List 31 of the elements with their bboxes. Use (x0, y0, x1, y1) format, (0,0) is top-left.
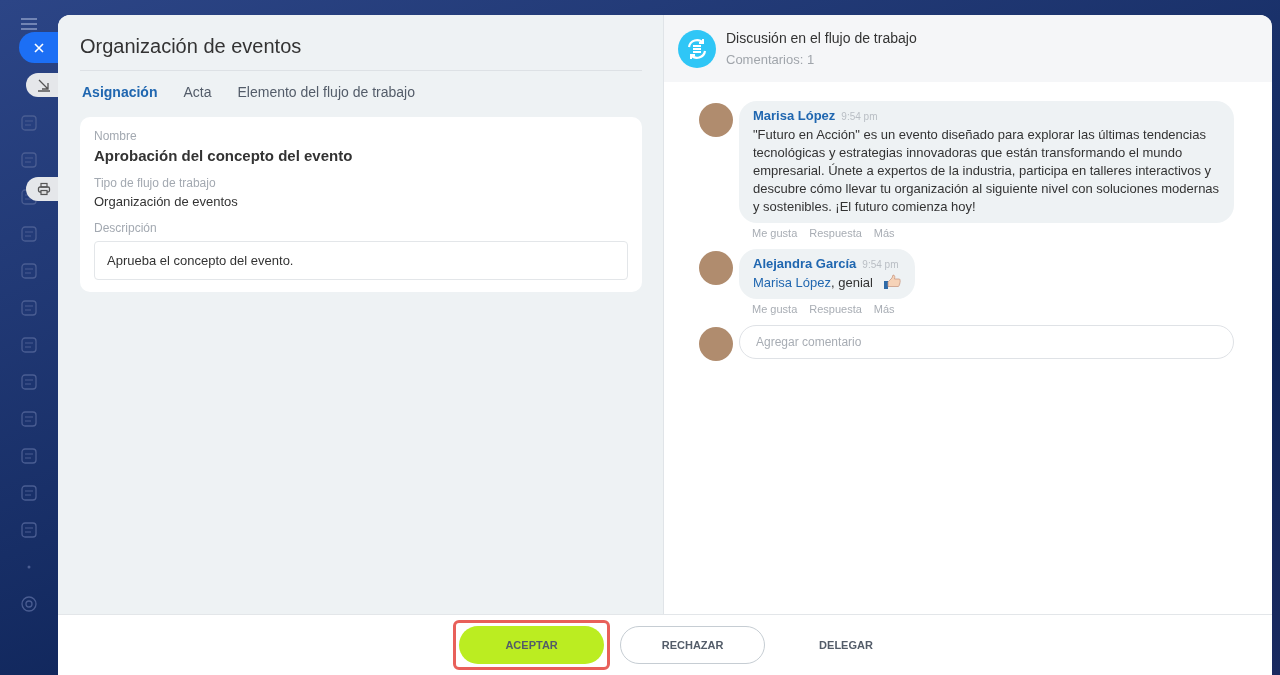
delegate-button[interactable]: DELEGAR (781, 626, 911, 664)
menu-icon[interactable] (21, 18, 37, 30)
close-button[interactable] (19, 32, 58, 63)
avatar (699, 103, 733, 137)
close-icon (33, 42, 44, 53)
comment-author[interactable]: Alejandra García (753, 256, 857, 271)
accept-button[interactable]: ACEPTAR (459, 626, 605, 664)
reject-button[interactable]: RECHAZAR (620, 626, 766, 664)
comment-count: Comentarios: 1 (726, 52, 816, 67)
tab[interactable]: Elemento del flujo de trabajo (235, 84, 417, 100)
field-value: Aprobación del concepto del evento (94, 147, 354, 164)
description-field: Aprueba el concepto del evento. (94, 241, 628, 280)
discussion-title: Discusión en el flujo de trabajo (726, 30, 917, 46)
field-label: Tipo de flujo de trabajo (94, 176, 217, 190)
avatar (699, 251, 733, 285)
printer-icon (37, 182, 51, 196)
tab[interactable]: Asignación (80, 84, 160, 100)
arrow-down-right-icon (37, 78, 51, 92)
field-value: Organización de eventos (94, 194, 239, 209)
comment-author[interactable]: Marisa López (753, 108, 836, 123)
print-button[interactable] (26, 177, 58, 201)
comment-text: Marisa López, genial (753, 274, 873, 292)
workflow-icon (678, 29, 716, 68)
avatar (699, 327, 733, 361)
task-title: Organización de eventos (80, 15, 642, 71)
comment-input[interactable]: Agregar comentario (739, 325, 1234, 359)
field-label: Descripción (94, 221, 158, 235)
minimize-button[interactable] (26, 73, 58, 97)
tab[interactable]: Acta (181, 84, 214, 100)
comment-text: "Futuro en Acción" es un evento diseñado para explorar las últimas tendencias tecnológicas y estrategias innovadoras que están transformando el mundo empresarial. Únete a expertos de la industria, participa en talleres interactivos y descubre cómo llevar tu organización al siguiente nivel con soluciones modernas y sostenibles. ¡El futuro comienza hoy! (753, 126, 1220, 216)
field-label: Nombre (94, 129, 138, 143)
